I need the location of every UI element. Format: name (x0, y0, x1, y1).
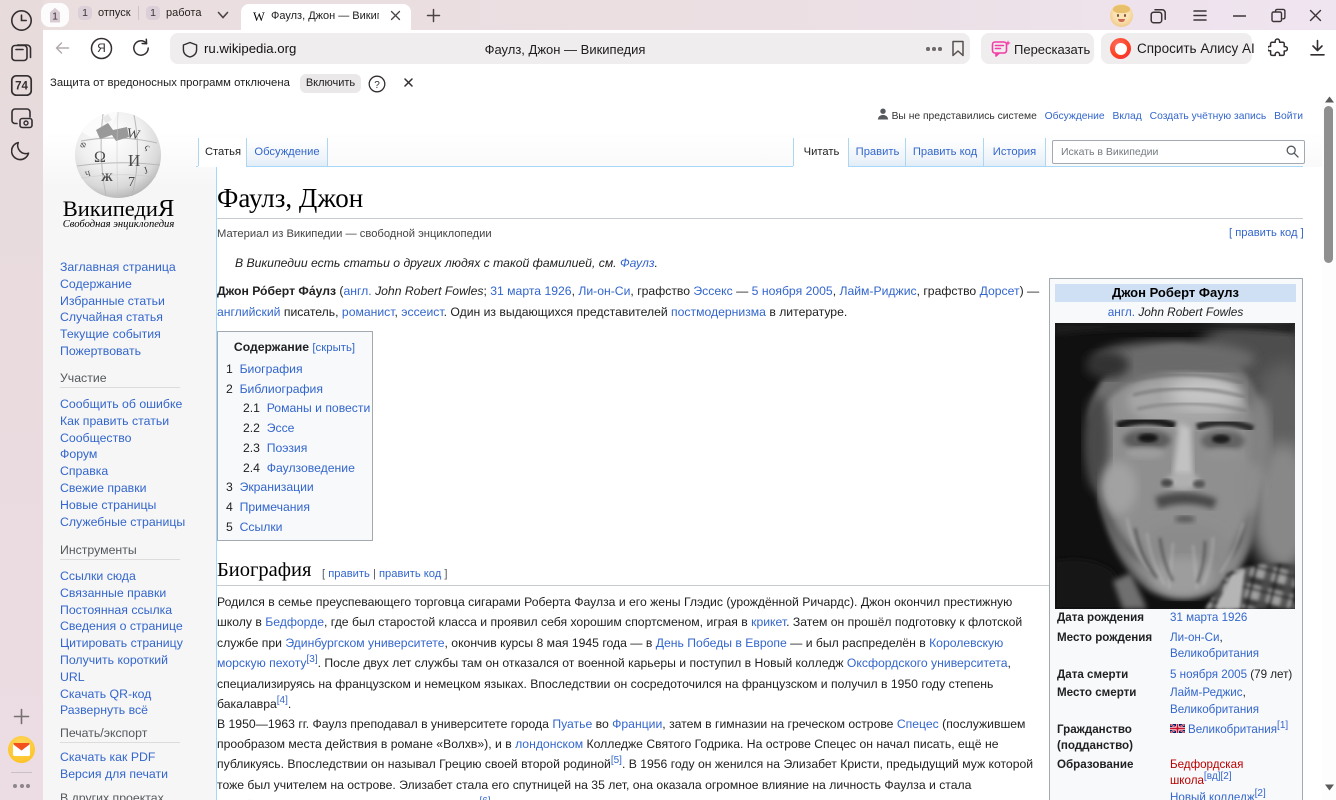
svg-text:И: И (128, 151, 140, 170)
svg-text:1: 1 (52, 10, 58, 22)
svg-text:Ж: Ж (101, 170, 113, 184)
svg-text:Ω: Ω (94, 149, 106, 166)
svg-text:74: 74 (15, 81, 28, 93)
svg-text:7: 7 (128, 175, 135, 190)
svg-text:?: ? (374, 79, 380, 90)
